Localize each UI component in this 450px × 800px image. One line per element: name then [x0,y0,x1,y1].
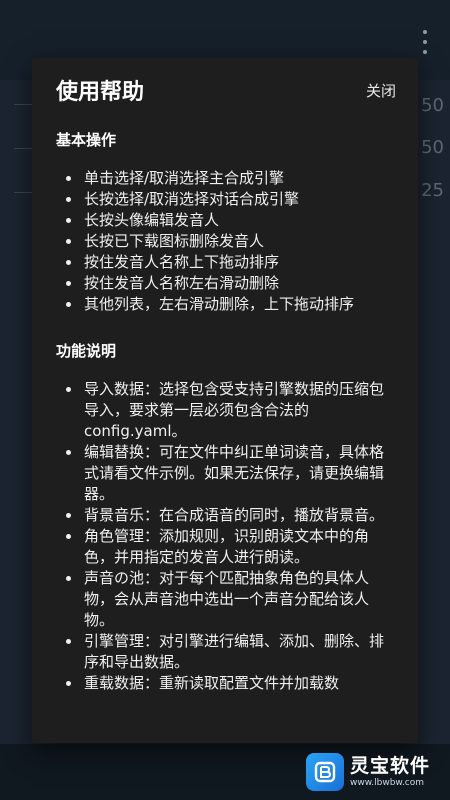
list-item: 编辑替换：可在文件中纠正单词读音，具体格式请看文件示例。如果无法保存，请更换编辑… [64,442,398,505]
list-item: 重载数据：重新读取配置文件并加载数 [64,673,398,694]
list-item: 导入数据：选择包含受支持引擎数据的压缩包导入，要求第一层必须包含合法的confi… [64,379,398,442]
watermark-name: 灵宝软件 [350,755,431,777]
background-row-value: 25 [421,180,444,201]
list-item: 引擎管理：对引擎进行编辑、添加、删除、排序和导出数据。 [64,631,398,673]
background-row-value: 50 [421,95,444,116]
list-item: 单击选择/取消选择主合成引擎 [64,168,398,189]
close-button[interactable]: 关闭 [360,76,396,105]
list-item: 长按已下载图标删除发音人 [64,231,398,252]
watermark: 灵宝软件 www.lbwbw.com [306,750,446,794]
list-item: 按住发音人名称左右滑动删除 [64,273,398,294]
overflow-menu-icon[interactable] [420,30,430,54]
dialog-header: 使用帮助 关闭 [56,72,396,108]
help-dialog: 使用帮助 关闭 基本操作 单击选择/取消选择主合成引擎 长按选择/取消选择对话合… [32,58,418,743]
list-item: 声音の池：对于每个匹配抽象角色的具体人物，会从声音池中选出一个声音分配给该人物。 [64,568,398,631]
list-item: 背景音乐：在合成语音的同时，播放背景音。 [64,505,398,526]
list-item: 长按选择/取消选择对话合成引擎 [64,189,398,210]
section-heading-basic: 基本操作 [56,131,117,149]
list-item: 长按头像编辑发音人 [64,210,398,231]
features-list: 导入数据：选择包含受支持引擎数据的压缩包导入，要求第一层必须包含合法的confi… [56,379,398,694]
background-divider [14,104,32,105]
section-heading-features: 功能说明 [56,342,117,360]
list-item: 角色管理：添加规则，识别朗读文本中的角色，并用指定的发音人进行朗读。 [64,526,398,568]
watermark-url: www.lbwbw.com [350,778,425,788]
list-item: 其他列表，左右滑动删除，上下拖动排序 [64,294,398,315]
dialog-title: 使用帮助 [56,80,145,105]
dialog-body[interactable]: 基本操作 单击选择/取消选择主合成引擎 长按选择/取消选择对话合成引擎 长按头像… [56,130,398,743]
watermark-logo-icon [306,753,344,791]
background-divider [14,148,32,149]
background-row-value: 50 [421,137,444,158]
basic-operations-list: 单击选择/取消选择主合成引擎 长按选择/取消选择对话合成引擎 长按头像编辑发音人… [56,168,398,315]
background-divider [14,192,32,193]
list-item: 按住发音人名称上下拖动排序 [64,252,398,273]
